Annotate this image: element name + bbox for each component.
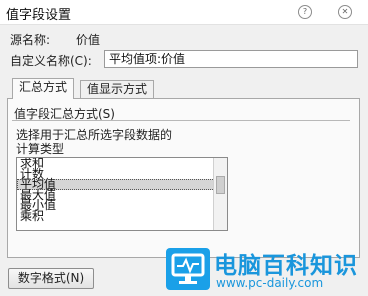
title-bar: 值字段设置 ? ✕ [0, 0, 368, 25]
description-line-2: 计算类型 [16, 142, 65, 156]
tab-show-values-as[interactable]: 值显示方式 [80, 80, 155, 98]
group-divider [12, 120, 350, 121]
list-item[interactable]: 求和 [17, 158, 227, 169]
number-format-button[interactable]: 数字格式(N) [8, 268, 94, 289]
watermark-url: www.pc-daily.com [216, 276, 324, 290]
list-scrollbar[interactable] [213, 158, 227, 230]
source-name-label: 源名称: [10, 33, 51, 47]
list-item[interactable]: 最小值 [17, 199, 227, 210]
watermark-name: 电脑百科知识 [214, 253, 358, 279]
help-icon[interactable]: ? [298, 5, 312, 19]
tab-summary[interactable]: 汇总方式 [12, 78, 75, 99]
window-title: 值字段设置 [6, 8, 72, 23]
close-icon[interactable]: ✕ [338, 5, 352, 19]
source-name-value: 价值 [76, 33, 101, 47]
custom-name-label: 自定义名称(C): [10, 54, 92, 68]
watermark-logo-icon [166, 248, 210, 290]
scrollbar-thumb[interactable] [216, 176, 225, 194]
custom-name-input[interactable]: 平均值项:价值 [104, 50, 358, 68]
list-item[interactable]: 乘积 [17, 210, 227, 221]
calculation-type-listbox[interactable]: 求和 计数 平均值 最大值 最小值 乘积 [16, 157, 228, 231]
